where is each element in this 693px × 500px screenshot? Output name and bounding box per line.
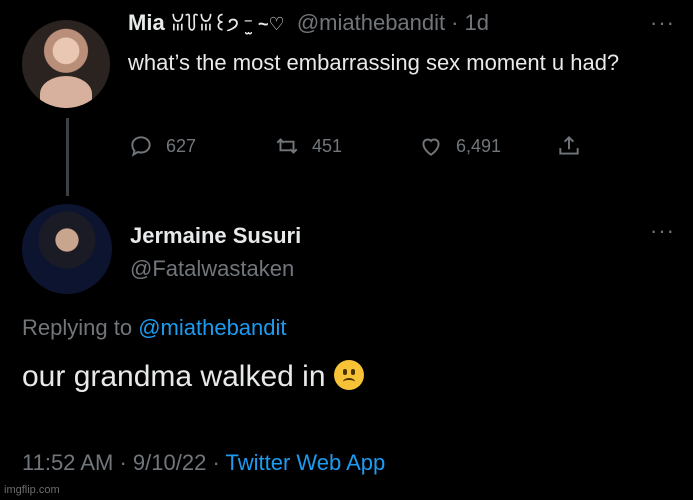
tweet-source-link[interactable]: Twitter Web App (225, 450, 385, 475)
reply-author-avatar[interactable] (22, 204, 112, 294)
header-separator: · (451, 10, 459, 35)
reply-author-handle[interactable]: @Fatalwastaken (130, 256, 294, 282)
thread-connector-line (66, 118, 69, 196)
more-options-icon[interactable]: ··· (650, 10, 675, 36)
retweet-icon (276, 138, 298, 154)
author-avatar-mia[interactable] (22, 20, 110, 108)
like-button[interactable]: 6,491 (418, 133, 501, 159)
like-count: 6,491 (456, 135, 502, 156)
author-name-decoration: ꈍ꒦ꈍ꒰੭ ⁻̫ ~♡ (170, 14, 285, 34)
reply-text-line: our grandma walked in (22, 360, 364, 394)
reply-text: our grandma walked in (22, 360, 326, 393)
imgflip-watermark: imgflip.com (4, 484, 60, 496)
tweet-text: what’s the most embarrassing sex moment … (128, 50, 620, 75)
tweet-age[interactable]: 1d (464, 10, 488, 35)
reply-icon (131, 136, 151, 157)
retweet-count: 451 (312, 135, 343, 156)
reply-more-options-icon[interactable]: ··· (650, 218, 675, 244)
replying-prefix: Replying to (22, 315, 133, 340)
author-handle[interactable]: @miathebandit (297, 10, 445, 35)
slightly-frowning-face-icon (333, 360, 364, 390)
timestamp-separator-1: · (119, 450, 127, 475)
tweet-header: Mia ꈍ꒦ꈍ꒰੭ ⁻̫ ~♡ @miathebandit · 1d (128, 10, 495, 36)
reply-count: 627 (166, 135, 197, 156)
replying-to-line: Replying to @miathebandit (22, 315, 287, 341)
tweet-time[interactable]: 11:52 AM (22, 450, 113, 475)
replying-to-link[interactable]: @miathebandit (138, 315, 286, 340)
reply-button[interactable]: 627 (128, 133, 196, 159)
share-icon (559, 135, 579, 155)
share-button[interactable] (556, 133, 594, 159)
reply-author-name[interactable]: Jermaine Susuri (130, 223, 301, 249)
author-name[interactable]: Mia (128, 10, 165, 35)
tweet-timestamp: 11:52 AM · 9/10/22 · Twitter Web App (22, 450, 385, 476)
heart-icon (422, 138, 440, 156)
retweet-button[interactable]: 451 (274, 133, 342, 159)
timestamp-separator-2: · (212, 450, 220, 475)
tweet-date[interactable]: 9/10/22 (133, 450, 206, 475)
